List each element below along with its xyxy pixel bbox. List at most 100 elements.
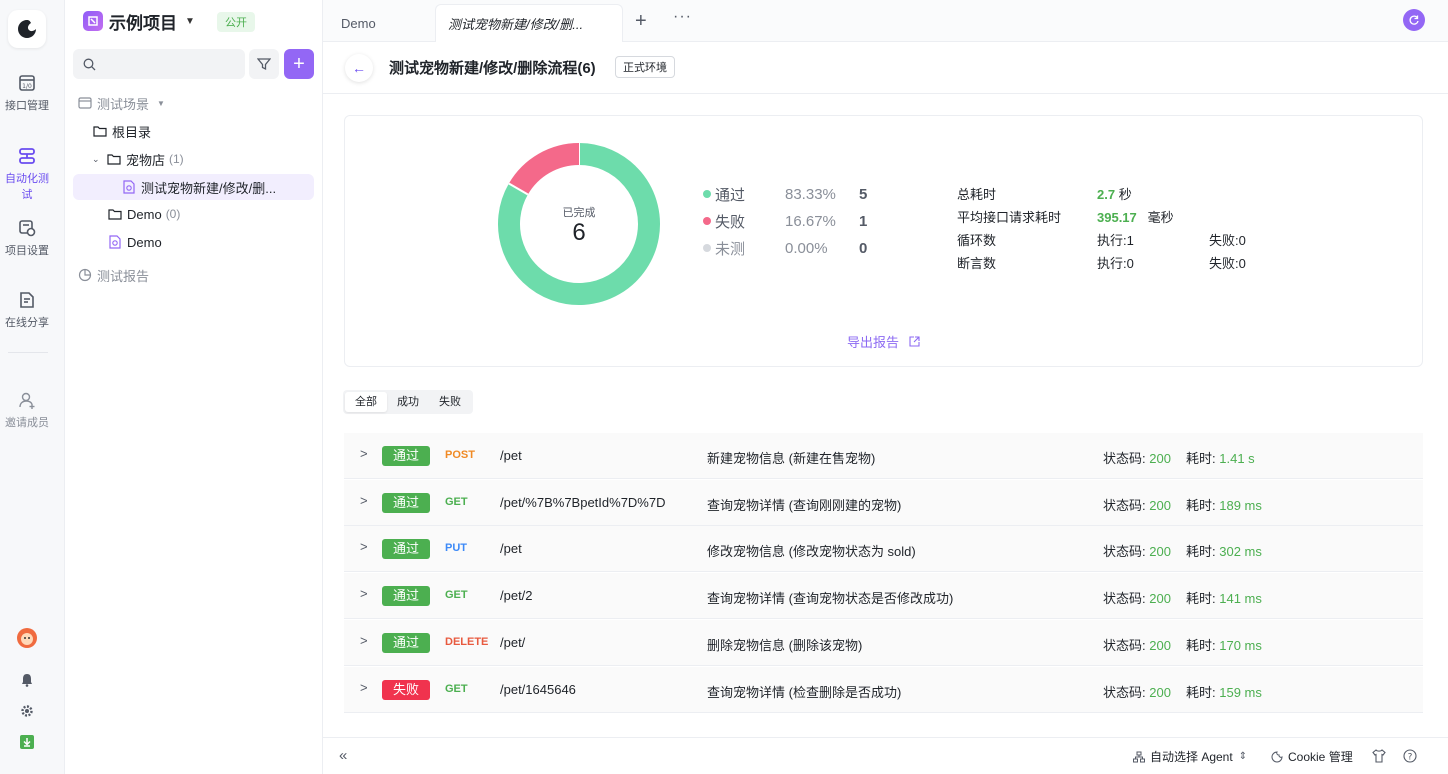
legend-pass: 通过 83.33% 5 bbox=[703, 184, 867, 204]
tree-section-label: 测试场景 bbox=[97, 96, 150, 112]
status-badge: 通过 bbox=[382, 446, 430, 466]
shirt-icon bbox=[1372, 749, 1386, 763]
tree-item-scenario[interactable]: 测试宠物新建/修改/删... bbox=[73, 174, 314, 200]
chevron-right-icon[interactable]: > bbox=[360, 680, 368, 695]
nav-invite-members[interactable]: 邀请成员 bbox=[0, 390, 54, 430]
legend-percent: 16.67% bbox=[785, 212, 836, 230]
legend-dot bbox=[703, 190, 711, 198]
settings-button[interactable] bbox=[16, 700, 38, 722]
cookie-icon bbox=[1271, 750, 1283, 762]
new-tab-icon[interactable]: + bbox=[635, 10, 647, 33]
http-method: PUT bbox=[445, 542, 467, 555]
request-path: /pet/1645646 bbox=[500, 681, 576, 697]
avatar-icon bbox=[17, 628, 37, 648]
chevron-right-icon[interactable]: > bbox=[360, 493, 368, 508]
legend-name: 未测 bbox=[715, 240, 746, 258]
nav-label: 项目设置 bbox=[5, 245, 49, 257]
elapsed-time: 耗时: 159 ms bbox=[1186, 684, 1262, 700]
tree-item-label: Demo bbox=[127, 234, 162, 250]
request-path: /pet/2 bbox=[500, 588, 533, 604]
filter-failed[interactable]: 失败 bbox=[429, 392, 471, 412]
tree-item-label: 宠物店 bbox=[126, 152, 166, 168]
tree-section-reports[interactable]: 测试报告 bbox=[77, 262, 149, 288]
legend-percent: 0.00% bbox=[785, 239, 828, 257]
nav-automation[interactable]: 自动化测试 bbox=[0, 146, 54, 202]
help-icon: ? bbox=[1403, 749, 1417, 763]
nav-project-settings[interactable]: 项目设置 bbox=[0, 218, 54, 258]
export-label: 导出报告 bbox=[847, 335, 900, 350]
result-row[interactable]: > 通过 DELETE/pet/删除宠物信息 (删除该宠物) 状态码: 200 耗时: … bbox=[344, 619, 1423, 666]
gear-icon bbox=[21, 705, 33, 717]
nav-api-management[interactable]: 1/0 接口管理 bbox=[0, 73, 54, 113]
http-method: POST bbox=[445, 449, 475, 461]
tree-item-demo-folder[interactable]: Demo (0) bbox=[107, 201, 180, 227]
app-logo-icon bbox=[18, 20, 36, 38]
tree-item-label: 测试宠物新建/修改/删... bbox=[141, 180, 277, 196]
arrow-left-icon: ← bbox=[352, 60, 366, 76]
result-filter: 全部 成功 失败 bbox=[343, 390, 473, 414]
avatar[interactable] bbox=[16, 627, 38, 649]
tab-scenario[interactable]: 测试宠物新建/修改/删... bbox=[435, 4, 623, 42]
env-badge[interactable]: 正式环境 bbox=[615, 56, 675, 78]
result-row[interactable]: > 通过 GET/pet/2 查询宠物详情 (查询宠物状态是否修改成功) 状态码: 20… bbox=[344, 573, 1423, 620]
share-doc-icon bbox=[20, 292, 34, 308]
export-report-link[interactable]: 导出报告 bbox=[847, 332, 920, 351]
status-badge: 通过 bbox=[382, 539, 430, 560]
tree-item-petstore[interactable]: ⌄ 宠物店 (1) bbox=[92, 146, 184, 172]
loop-fail: 失败:0 bbox=[1209, 233, 1246, 248]
elapsed-time: 耗时: 302 ms bbox=[1186, 544, 1262, 560]
sync-button[interactable] bbox=[1403, 9, 1425, 31]
result-row[interactable]: > 失败 GET/pet/1645646 查询宠物详情 (检查删除是否成功) 状态码: … bbox=[344, 666, 1423, 713]
tree-item-demo[interactable]: Demo bbox=[107, 229, 162, 255]
app-logo[interactable] bbox=[8, 10, 46, 48]
more-icon[interactable]: ··· bbox=[673, 8, 692, 26]
caret-down-icon: ▼ bbox=[185, 15, 195, 27]
tab-label: Demo bbox=[341, 15, 376, 31]
status-bar: « 自动选择 Agent ⇕ Cookie 管理 ? bbox=[323, 737, 1448, 774]
tree-search[interactable] bbox=[73, 49, 245, 79]
network-icon bbox=[1133, 751, 1145, 762]
http-method: DELETE bbox=[445, 635, 489, 648]
api-icon: 1/0 bbox=[19, 75, 35, 91]
nav-label: 在线分享 bbox=[5, 317, 49, 329]
result-row[interactable]: > 通过 POST/pet 新建宠物信息 (新建在售宠物) 状态码: 200 耗时: 1.… bbox=[344, 433, 1423, 479]
avg-time-label: 平均接口请求耗时 bbox=[957, 210, 1062, 225]
tab-label: 测试宠物新建/修改/删... bbox=[448, 17, 584, 32]
help-button[interactable]: ? bbox=[1401, 747, 1419, 765]
tree-section-scenes[interactable]: 测试场景 ▼ bbox=[77, 90, 165, 116]
tree-item-root[interactable]: 根目录 bbox=[92, 118, 151, 144]
cookie-manager[interactable]: Cookie 管理 bbox=[1271, 748, 1353, 765]
search-input[interactable] bbox=[102, 57, 232, 71]
filter-button[interactable] bbox=[249, 49, 279, 79]
legend-fail: 失败 16.67% 1 bbox=[703, 211, 867, 231]
page-title: 测试宠物新建/修改/删除流程(6) bbox=[389, 60, 596, 77]
settings-box-icon bbox=[19, 220, 36, 237]
nav-online-share[interactable]: 在线分享 bbox=[0, 290, 54, 330]
result-row[interactable]: > 通过 GET/pet/%7B%7BpetId%7D%7D 查询宠物详情 (查询刚刚… bbox=[344, 479, 1423, 526]
collapse-sidebar-icon[interactable]: « bbox=[339, 747, 347, 764]
chevron-right-icon[interactable]: > bbox=[360, 539, 368, 554]
filter-success[interactable]: 成功 bbox=[387, 392, 429, 412]
project-selector[interactable]: 示例项目 ▼ bbox=[83, 10, 195, 33]
request-description: 新建宠物信息 (新建在售宠物) bbox=[707, 451, 876, 466]
chevron-right-icon[interactable]: > bbox=[360, 446, 368, 461]
shirt-button[interactable] bbox=[1370, 747, 1388, 765]
filter-all[interactable]: 全部 bbox=[345, 392, 387, 412]
bell-icon bbox=[22, 674, 32, 687]
back-button[interactable]: ← bbox=[345, 54, 373, 82]
header-divider bbox=[323, 93, 1448, 94]
tab-demo[interactable]: Demo bbox=[341, 4, 376, 42]
status-badge: 通过 bbox=[382, 632, 430, 653]
notification-button[interactable] bbox=[16, 669, 38, 691]
legend-count: 5 bbox=[859, 185, 868, 203]
agent-selector[interactable]: 自动选择 Agent ⇕ bbox=[1133, 748, 1247, 765]
tree-item-label: Demo bbox=[127, 206, 162, 222]
chevron-right-icon[interactable]: > bbox=[360, 586, 368, 601]
result-row[interactable]: > 通过 PUT/pet 修改宠物信息 (修改宠物状态为 sold) 状态码: 200 耗… bbox=[344, 526, 1423, 573]
chevron-right-icon[interactable]: > bbox=[360, 633, 368, 648]
add-button[interactable]: + bbox=[284, 49, 314, 79]
request-description: 修改宠物信息 (修改宠物状态为 sold) bbox=[707, 544, 916, 560]
legend-dot bbox=[703, 244, 711, 252]
download-button[interactable] bbox=[16, 731, 38, 753]
summary-card: 已完成 6 通过 83.33% 5 失败 16.67% 1 未测 0.00% 0… bbox=[344, 115, 1423, 367]
